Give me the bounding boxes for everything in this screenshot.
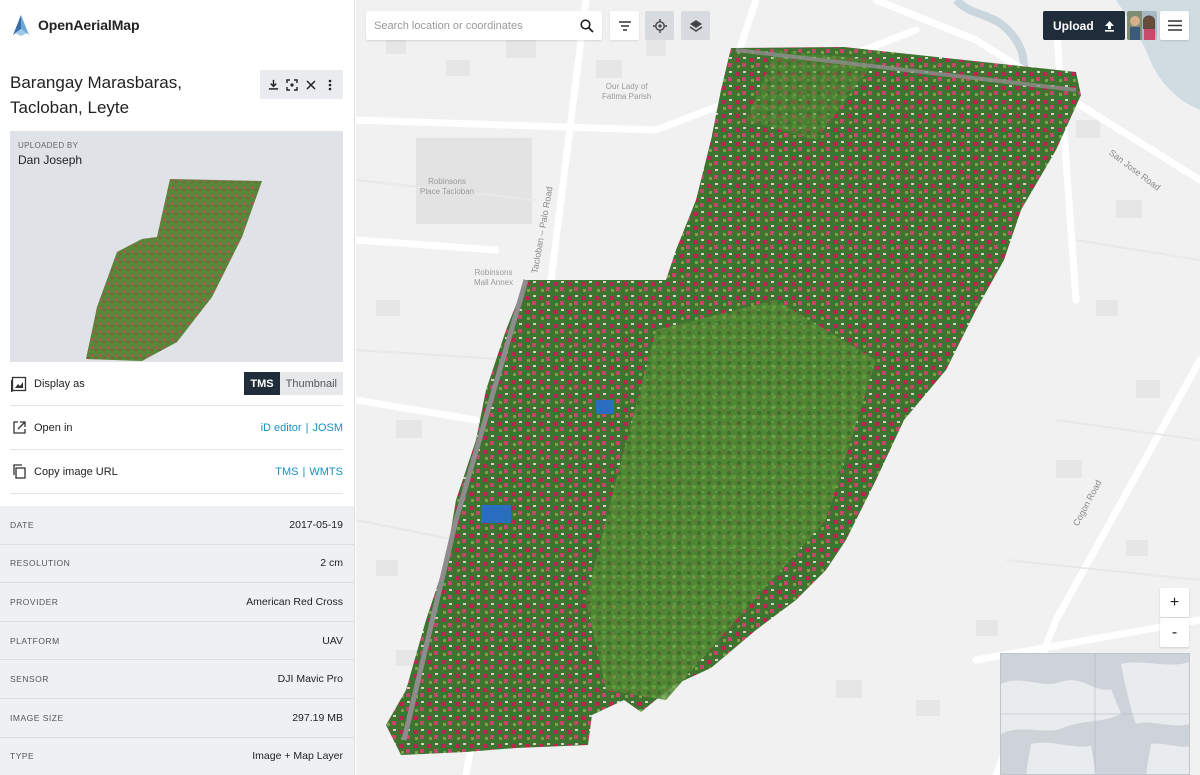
- metadata-row-platform: PLATFORM UAV: [0, 622, 354, 661]
- metadata-key: SENSOR: [10, 674, 49, 685]
- link-separator: |: [305, 421, 309, 434]
- copy-icon: [10, 463, 28, 481]
- metadata-row-date: DATE 2017-05-19: [0, 506, 354, 545]
- focus-icon: [286, 78, 298, 91]
- upload-label: Upload: [1053, 18, 1094, 33]
- metadata-key: RESOLUTION: [10, 558, 71, 569]
- open-id-editor-link[interactable]: iD editor: [261, 422, 302, 434]
- locate-button[interactable]: [645, 11, 674, 40]
- metadata-key: IMAGE SIZE: [10, 712, 64, 723]
- close-icon: [306, 79, 316, 90]
- uploaded-by-label: UPLOADED BY: [18, 141, 79, 150]
- metadata-row-type: TYPE Image + Map Layer: [0, 738, 354, 775]
- metadata-value: 2017-05-19: [289, 518, 343, 531]
- filter-button[interactable]: [610, 11, 639, 40]
- map-view[interactable]: Our Lady of Fatima Parish Robinsons Plac…: [356, 0, 1200, 775]
- layers-button[interactable]: [681, 11, 710, 40]
- logo-icon: [13, 15, 29, 36]
- open-in-row: Open in iD editor | JOSM: [10, 406, 343, 450]
- layers-icon: [689, 19, 702, 32]
- upload-icon: [1105, 20, 1114, 32]
- display-thumbnail-button[interactable]: Thumbnail: [279, 372, 343, 395]
- metadata-value: American Red Cross: [246, 595, 343, 608]
- open-in-label: Open in: [34, 421, 73, 434]
- brand-name: OpenAerialMap: [38, 17, 140, 33]
- user-avatar[interactable]: [1127, 11, 1157, 40]
- display-mode-toggle: TMS Thumbnail: [244, 372, 343, 395]
- image-preview-panel: UPLOADED BY Dan Joseph: [10, 131, 343, 362]
- metadata-value: DJI Mavic Pro: [277, 673, 343, 686]
- link-separator: |: [302, 465, 306, 478]
- hamburger-icon: [1167, 20, 1182, 31]
- crosshair-icon: [652, 18, 667, 33]
- open-josm-link[interactable]: JOSM: [312, 422, 343, 434]
- copy-url-row: Copy image URL TMS | WMTS: [10, 450, 343, 494]
- copy-url-links: TMS | WMTS: [275, 466, 343, 478]
- focus-button[interactable]: [284, 77, 300, 93]
- metadata-value: 2 cm: [320, 557, 343, 570]
- more-vertical-icon: [328, 79, 331, 90]
- metadata-row-image-size: IMAGE SIZE 297.19 MB: [0, 699, 354, 738]
- map-label-church: Our Lady of Fatima Parish: [602, 82, 652, 101]
- metadata-key: PLATFORM: [10, 635, 60, 646]
- download-button[interactable]: [265, 77, 281, 93]
- metadata-value: UAV: [322, 634, 343, 647]
- metadata-key: PROVIDER: [10, 596, 59, 607]
- display-as-label: Display as: [34, 377, 85, 390]
- zoom-in-button[interactable]: +: [1160, 588, 1189, 617]
- metadata-row-resolution: RESOLUTION 2 cm: [0, 545, 354, 584]
- metadata-value: Image + Map Layer: [252, 750, 343, 763]
- main-menu-button[interactable]: [1160, 11, 1189, 40]
- upload-button[interactable]: Upload: [1043, 11, 1125, 40]
- filter-icon: [618, 20, 631, 31]
- map-label-robinsons-annex: Robinsons Mall Annex: [474, 268, 514, 287]
- open-in-links: iD editor | JOSM: [261, 422, 343, 434]
- image-title: Barangay Marasbaras, Tacloban, Leyte: [10, 73, 182, 117]
- map-label-robinsons: Robinsons Place Tacloban: [420, 177, 475, 196]
- search-icon[interactable]: [580, 18, 594, 33]
- download-icon: [268, 79, 278, 90]
- display-tms-button[interactable]: TMS: [244, 372, 280, 395]
- metadata-value: 297.19 MB: [292, 711, 343, 724]
- overview-minimap[interactable]: [1000, 653, 1190, 775]
- brand[interactable]: OpenAerialMap: [10, 12, 139, 38]
- metadata-table: DATE 2017-05-19 RESOLUTION 2 cm PROVIDER…: [0, 506, 354, 775]
- more-button[interactable]: [322, 77, 338, 93]
- copy-tms-link[interactable]: TMS: [275, 466, 298, 478]
- search-input[interactable]: [374, 19, 580, 32]
- copy-wmts-link[interactable]: WMTS: [309, 466, 343, 478]
- image-toolbar: [260, 70, 343, 99]
- uploader-name: Dan Joseph: [18, 153, 83, 167]
- image-thumbnail: [86, 179, 262, 361]
- image-icon: [10, 375, 28, 393]
- zoom-out-button[interactable]: -: [1160, 618, 1189, 647]
- copy-url-label: Copy image URL: [34, 465, 118, 478]
- display-as-row: Display as TMS Thumbnail: [10, 362, 343, 406]
- metadata-key: DATE: [10, 519, 35, 530]
- external-link-icon: [10, 419, 28, 437]
- app-root: OpenAerialMap Barangay Marasbaras, Taclo…: [0, 0, 1200, 775]
- search-bar: [366, 11, 602, 40]
- sidebar: OpenAerialMap Barangay Marasbaras, Taclo…: [0, 0, 355, 775]
- close-button[interactable]: [303, 77, 319, 93]
- metadata-row-sensor: SENSOR DJI Mavic Pro: [0, 660, 354, 699]
- metadata-key: TYPE: [10, 751, 35, 762]
- metadata-row-provider: PROVIDER American Red Cross: [0, 583, 354, 622]
